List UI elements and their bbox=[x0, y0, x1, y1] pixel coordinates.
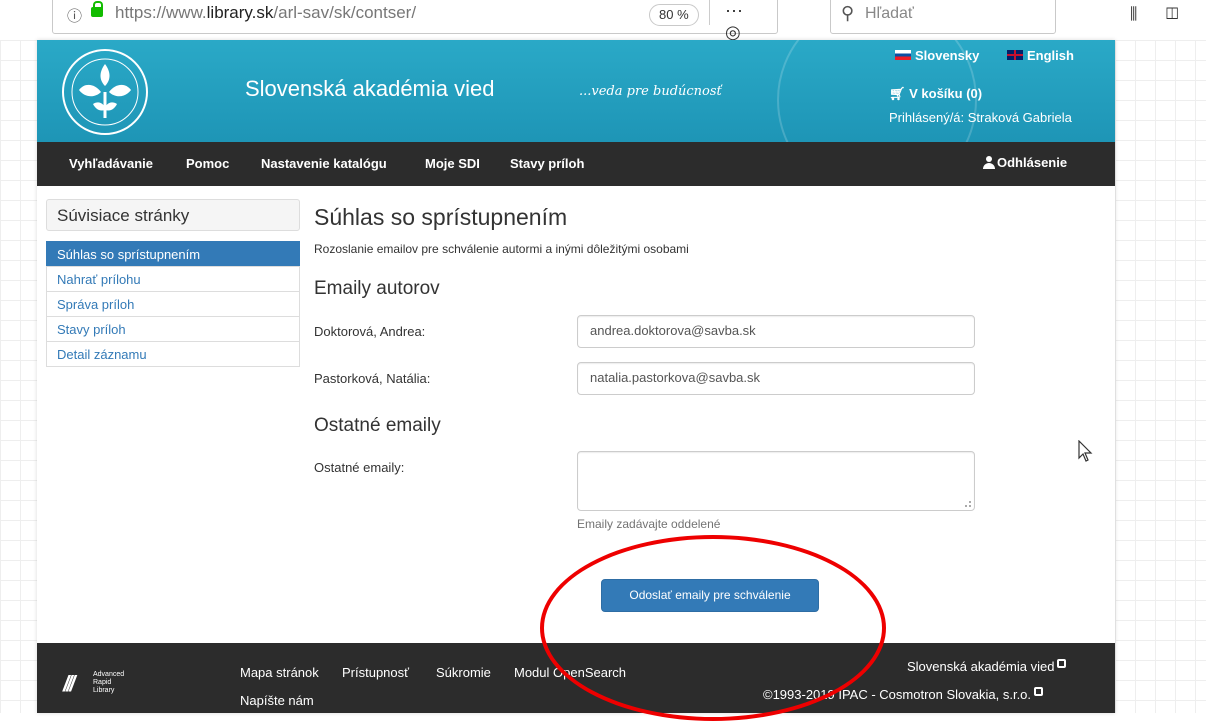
separator bbox=[709, 0, 710, 25]
sav-logo[interactable] bbox=[55, 46, 155, 138]
footer-link-contact[interactable]: Napíšte nám bbox=[240, 693, 314, 708]
nav-attachment-status[interactable]: Stavy príloh bbox=[510, 156, 584, 171]
arl-logo[interactable]: /// Advanced Rapid Library bbox=[63, 669, 153, 697]
motto: ...veda pre budúcnosť bbox=[579, 84, 722, 99]
author-name-label: Doktorová, Andrea: bbox=[314, 324, 426, 339]
author-email-field[interactable]: natalia.pastorkova@savba.sk bbox=[577, 362, 975, 395]
lang-english-link[interactable]: English bbox=[1007, 48, 1074, 63]
user-icon bbox=[983, 156, 995, 169]
library-icon[interactable]: ⫼ ◫ bbox=[1130, 6, 1191, 24]
uk-flag-icon bbox=[1007, 50, 1023, 60]
annotation-ellipse bbox=[540, 535, 886, 721]
lang-slovak-link[interactable]: Slovensky bbox=[895, 48, 979, 63]
page-title: Súhlas so sprístupnením bbox=[314, 204, 568, 230]
browser-toolbar: ⓘ https://www.library.sk/arl-sav/sk/cont… bbox=[0, 0, 1206, 63]
other-emails-heading: Ostatné emaily bbox=[314, 415, 441, 436]
lock-icon bbox=[91, 1, 103, 17]
sidebar-menu: Súhlas so sprístupnením Nahrať prílohu S… bbox=[46, 241, 300, 367]
footer-org-link[interactable]: Slovenská akadémia vied bbox=[907, 659, 1067, 674]
nav-my-sdi[interactable]: Moje SDI bbox=[425, 156, 480, 171]
other-emails-textarea[interactable] bbox=[577, 451, 975, 511]
url-text[interactable]: https://www.library.sk/arl-sav/sk/contse… bbox=[115, 3, 416, 23]
search-bar[interactable]: ⚲ Hľadať bbox=[830, 0, 1056, 34]
author-email-field[interactable]: andrea.doktorova@savba.sk bbox=[577, 315, 975, 348]
sidebar-item-upload-attachment[interactable]: Nahrať prílohu bbox=[46, 266, 300, 292]
search-input[interactable]: Hľadať bbox=[865, 5, 914, 23]
nav-search[interactable]: Vyhľadávanie bbox=[69, 156, 153, 171]
footer-link-privacy[interactable]: Súkromie bbox=[436, 665, 491, 680]
slovak-flag-icon bbox=[895, 50, 911, 60]
cart-link[interactable]: 🛒︎ V košíku (0) bbox=[889, 86, 982, 102]
search-icon: ⚲ bbox=[841, 3, 855, 23]
info-icon[interactable]: ⓘ bbox=[67, 5, 82, 26]
authors-heading: Emaily autorov bbox=[314, 278, 440, 299]
site-title[interactable]: Slovenská akadémia vied bbox=[245, 76, 494, 102]
url-bar[interactable]: ⓘ https://www.library.sk/arl-sav/sk/cont… bbox=[52, 0, 778, 63]
nav-catalog-settings[interactable]: Nastavenie katalógu bbox=[261, 156, 387, 171]
sidebar-heading: Súvisiace stránky bbox=[46, 199, 300, 231]
page-background bbox=[1115, 40, 1206, 713]
sidebar-item-manage-attachments[interactable]: Správa príloh bbox=[46, 291, 300, 317]
main-navbar: Vyhľadávanie Pomoc Nastavenie katalógu M… bbox=[37, 142, 1115, 186]
arl-logo-icon: /// bbox=[63, 671, 75, 696]
page-background bbox=[0, 40, 37, 713]
footer-link-sitemap[interactable]: Mapa stránok bbox=[240, 665, 319, 680]
page-subtitle: Rozoslanie emailov pre schválenie autorm… bbox=[314, 242, 689, 256]
logout-link[interactable]: Odhlásenie bbox=[983, 155, 1067, 170]
header-banner: Slovenská akadémia vied ...veda pre budú… bbox=[37, 40, 1115, 142]
footer-link-accessibility[interactable]: Prístupnosť bbox=[342, 665, 409, 680]
other-emails-label: Ostatné emaily: bbox=[314, 460, 405, 475]
external-link-icon bbox=[1034, 687, 1044, 696]
mouse-cursor-icon bbox=[1078, 440, 1093, 462]
resize-handle-icon[interactable] bbox=[965, 501, 971, 507]
zoom-level[interactable]: 80 % bbox=[649, 4, 699, 26]
help-text: Emaily zadávajte oddelené bbox=[577, 517, 721, 531]
sidebar-item-record-detail[interactable]: Detail záznamu bbox=[46, 341, 300, 367]
sidebar-item-attachment-status[interactable]: Stavy príloh bbox=[46, 316, 300, 342]
sidebar-item-consent[interactable]: Súhlas so sprístupnením bbox=[46, 241, 300, 267]
nav-help[interactable]: Pomoc bbox=[186, 156, 229, 171]
cart-icon: 🛒︎ bbox=[889, 86, 910, 101]
external-link-icon bbox=[1057, 659, 1067, 668]
author-name-label: Pastorková, Natália: bbox=[314, 371, 431, 386]
login-info: Prihlásený/á: Straková Gabriela bbox=[889, 110, 1072, 125]
